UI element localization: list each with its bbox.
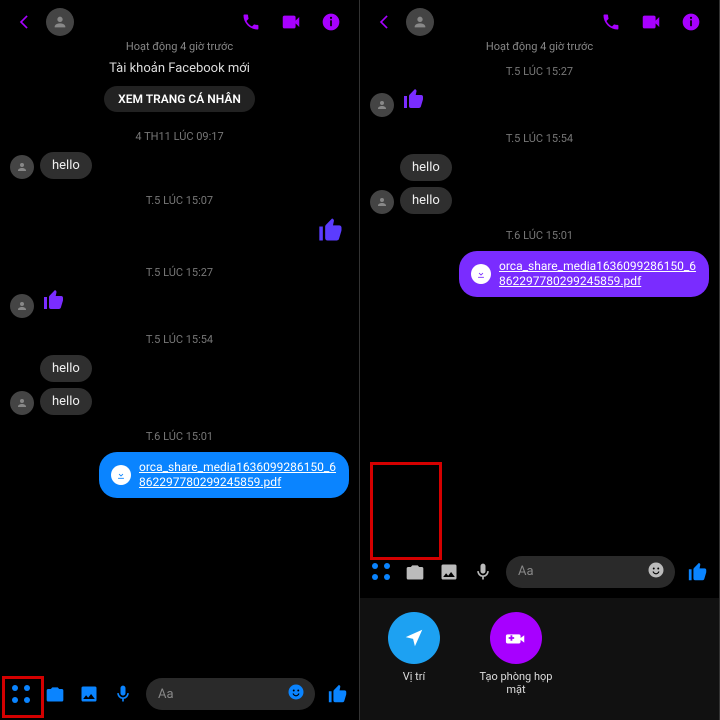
- timestamp: T.5 LÚC 15:54: [370, 132, 709, 145]
- drawer-room-button[interactable]: Tạo phòng họp mặt: [476, 612, 556, 696]
- camera-icon[interactable]: [44, 683, 66, 705]
- activity-status: Hoạt động 4 giờ trước: [0, 40, 359, 53]
- microphone-icon[interactable]: [472, 561, 494, 583]
- location-icon: [388, 612, 440, 664]
- more-apps-icon[interactable]: [10, 683, 32, 705]
- account-type: Tài khoản Facebook mới: [0, 61, 359, 76]
- message-input[interactable]: Aa: [146, 678, 315, 710]
- input-placeholder: Aa: [158, 687, 174, 702]
- gallery-icon[interactable]: [78, 683, 100, 705]
- emoji-icon[interactable]: [647, 561, 665, 583]
- camera-icon[interactable]: [404, 561, 426, 583]
- composer: Aa: [0, 670, 359, 720]
- thumbs-up-icon[interactable]: [40, 288, 66, 318]
- message-row: hello: [10, 355, 349, 382]
- create-room-icon: [490, 612, 542, 664]
- received-message[interactable]: hello: [40, 355, 92, 382]
- view-profile-button[interactable]: XEM TRANG CÁ NHÂN: [104, 86, 255, 112]
- timestamp: T.6 LÚC 15:01: [370, 229, 709, 242]
- video-icon[interactable]: [637, 8, 665, 36]
- timestamp: 4 TH11 LÚC 09:17: [10, 130, 349, 143]
- right-screenshot: Hoạt động 4 giờ trước T.5 LÚC 15:27 T.5 …: [360, 0, 720, 720]
- video-icon[interactable]: [277, 8, 305, 36]
- avatar[interactable]: [46, 8, 74, 36]
- message-row: orca_share_media1636099286150_6862297780…: [10, 452, 349, 498]
- call-icon[interactable]: [597, 8, 625, 36]
- emoji-icon[interactable]: [287, 683, 305, 705]
- microphone-icon[interactable]: [112, 683, 134, 705]
- file-name: orca_share_media1636099286150_6862297780…: [499, 259, 697, 289]
- avatar: [10, 155, 34, 179]
- avatar: [370, 93, 394, 117]
- message-row: hello: [10, 388, 349, 415]
- file-attachment[interactable]: orca_share_media1636099286150_6862297780…: [459, 251, 709, 297]
- message-row: hello: [370, 187, 709, 214]
- message-row: hello: [10, 152, 349, 179]
- back-icon[interactable]: [370, 8, 398, 36]
- avatar: [10, 294, 34, 318]
- timestamp: T.5 LÚC 15:27: [370, 65, 709, 78]
- activity-status: Hoạt động 4 giờ trước: [360, 40, 719, 53]
- thumbs-up-icon[interactable]: [400, 87, 426, 117]
- timestamp: T.5 LÚC 15:27: [10, 266, 349, 279]
- more-apps-icon[interactable]: [370, 561, 392, 583]
- avatar[interactable]: [406, 8, 434, 36]
- received-message[interactable]: hello: [400, 187, 452, 214]
- drawer-label: Tạo phòng họp mặt: [476, 670, 556, 696]
- info-icon[interactable]: [677, 8, 705, 36]
- attachment-drawer: Vị trí Tạo phòng họp mặt: [360, 598, 719, 720]
- info-icon[interactable]: [317, 8, 345, 36]
- thumbs-up-icon[interactable]: [687, 561, 709, 583]
- timestamp: T.5 LÚC 15:07: [10, 194, 349, 207]
- thumbs-up-icon[interactable]: [327, 683, 349, 705]
- message-input[interactable]: Aa: [506, 556, 675, 588]
- gallery-icon[interactable]: [438, 561, 460, 583]
- timestamp: T.5 LÚC 15:54: [10, 333, 349, 346]
- composer: Aa: [360, 548, 719, 598]
- message-list: 4 TH11 LÚC 09:17 hello T.5 LÚC 15:07 T.5…: [0, 118, 359, 670]
- received-message[interactable]: hello: [400, 154, 452, 181]
- header: [360, 0, 719, 38]
- message-list: T.5 LÚC 15:27 T.5 LÚC 15:54 hello hello …: [360, 53, 719, 548]
- thumbs-up-icon[interactable]: [317, 216, 349, 251]
- download-icon: [471, 264, 491, 284]
- file-name: orca_share_media1636099286150_6862297780…: [139, 460, 337, 490]
- drawer-label: Vị trí: [403, 670, 425, 683]
- received-message[interactable]: hello: [40, 152, 92, 179]
- call-icon[interactable]: [237, 8, 265, 36]
- message-row: hello: [370, 154, 709, 181]
- received-message[interactable]: hello: [40, 388, 92, 415]
- file-attachment[interactable]: orca_share_media1636099286150_6862297780…: [99, 452, 349, 498]
- message-row: [10, 216, 349, 251]
- drawer-location-button[interactable]: Vị trí: [374, 612, 454, 696]
- input-placeholder: Aa: [518, 564, 534, 579]
- header: [0, 0, 359, 38]
- back-icon[interactable]: [10, 8, 38, 36]
- avatar: [370, 190, 394, 214]
- avatar: [10, 391, 34, 415]
- timestamp: T.6 LÚC 15:01: [10, 430, 349, 443]
- message-row: [10, 288, 349, 318]
- left-screenshot: Hoạt động 4 giờ trước Tài khoản Facebook…: [0, 0, 360, 720]
- download-icon: [111, 465, 131, 485]
- message-row: [370, 87, 709, 117]
- message-row: orca_share_media1636099286150_6862297780…: [370, 251, 709, 297]
